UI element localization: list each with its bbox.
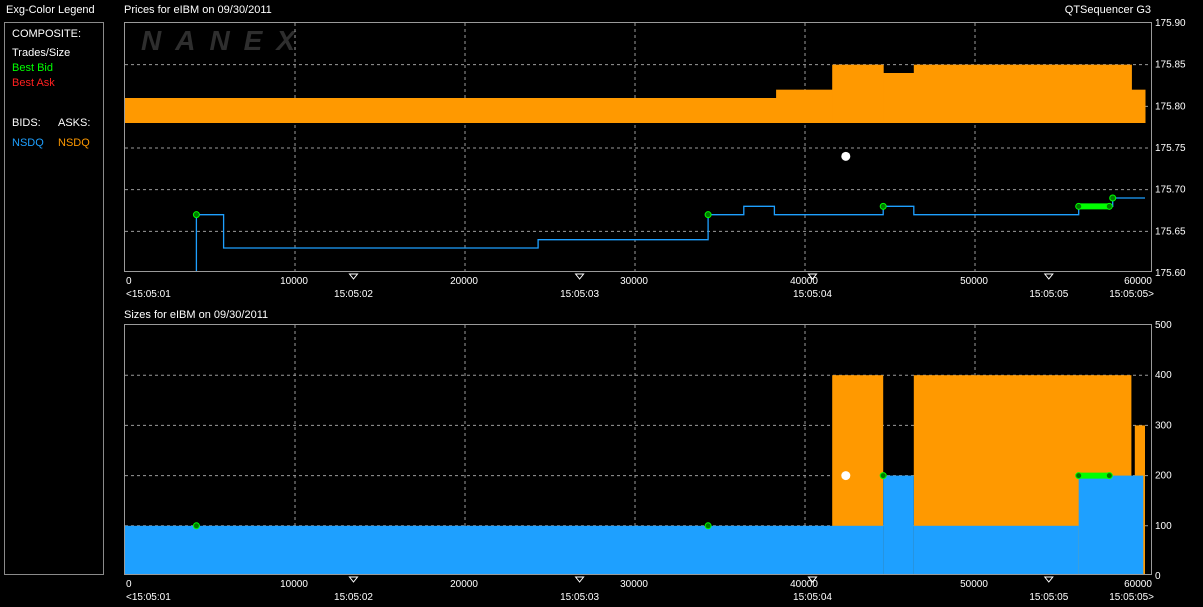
time-label: 15:05:04 (793, 592, 832, 603)
best-bid-marker (192, 522, 200, 530)
size-chart-svg (125, 325, 1151, 574)
x-tick-label: 0 (126, 276, 132, 287)
time-tick-marker (807, 273, 818, 280)
trade-point (841, 471, 851, 481)
time-label: 15:05:04 (793, 289, 832, 300)
ask-range-bar (913, 64, 1132, 123)
app-title: QTSequencer G3 (1064, 4, 1151, 16)
time-label: 15:05:05> (1109, 289, 1154, 300)
y-tick-label: 175.75 (1155, 143, 1186, 154)
x-tick-label: 60000 (1124, 276, 1152, 287)
legend-best-bid-label: Best Bid (12, 62, 53, 74)
time-tick-marker (348, 273, 359, 280)
time-label: 15:05:03 (560, 592, 599, 603)
time-label: 15:05:05 (1029, 592, 1068, 603)
y-tick-label: 175.70 (1155, 185, 1186, 196)
y-tick-label: 500 (1155, 320, 1172, 331)
ask-range-bar (1131, 89, 1146, 123)
best-bid-marker (1109, 194, 1117, 202)
x-tick-label: 40000 (790, 276, 818, 287)
bid-size-bar (883, 475, 914, 574)
x-tick-label: 10000 (280, 579, 308, 590)
time-label: 15:05:05 (1029, 289, 1068, 300)
ask-range-bar (832, 64, 884, 123)
y-tick-label: 175.80 (1155, 101, 1186, 112)
best-bid-marker (704, 522, 712, 530)
x-tick-label: 30000 (620, 579, 648, 590)
bid-size-bar (913, 525, 1079, 574)
y-tick-label: 300 (1155, 420, 1172, 431)
ask-range-bar (883, 73, 915, 123)
legend-bid-exchange: NSDQ (12, 137, 44, 149)
size-chart-plot[interactable] (124, 324, 1152, 575)
time-label: <15:05:01 (126, 289, 171, 300)
best-bid-marker (704, 211, 712, 219)
price-chart-svg (125, 23, 1151, 271)
legend-best-ask-label: Best Ask (12, 77, 55, 89)
best-bid-marker (1105, 202, 1113, 210)
best-bid-marker (879, 472, 887, 480)
legend-title: Exg-Color Legend (6, 4, 95, 16)
best-bid-marker (879, 202, 887, 210)
time-label: 15:05:05> (1109, 592, 1154, 603)
price-chart-plot[interactable]: NANEX (124, 22, 1152, 272)
ask-range-bar (776, 89, 833, 123)
time-tick-marker (348, 576, 359, 583)
time-tick-marker (1043, 273, 1054, 280)
legend-bids-label: BIDS: (12, 117, 41, 129)
y-tick-label: 175.60 (1155, 268, 1186, 279)
x-tick-label: 50000 (960, 579, 988, 590)
best-bid-marker (1105, 472, 1113, 480)
price-chart-title: Prices for eIBM on 09/30/2011 (124, 4, 272, 16)
x-tick-label: 60000 (1124, 579, 1152, 590)
x-tick-label: 20000 (450, 276, 478, 287)
bid-price-line (195, 197, 1145, 271)
time-label: 15:05:02 (334, 592, 373, 603)
best-bid-marker (1075, 472, 1083, 480)
legend-trades-label: Trades/Size (12, 47, 71, 59)
ask-range-bar (125, 98, 777, 123)
time-label: 15:05:03 (560, 289, 599, 300)
y-tick-label: 200 (1155, 471, 1172, 482)
y-tick-label: 175.90 (1155, 18, 1186, 29)
legend-ask-exchange: NSDQ (58, 137, 90, 149)
time-tick-marker (807, 576, 818, 583)
legend-asks-label: ASKS: (58, 117, 91, 129)
trade-point (841, 151, 851, 161)
y-tick-label: 175.65 (1155, 226, 1186, 237)
legend-composite-label: COMPOSITE: (12, 28, 82, 40)
best-bid-marker (1075, 202, 1083, 210)
time-label: <15:05:01 (126, 592, 171, 603)
best-bid-marker (192, 211, 200, 219)
y-tick-label: 175.85 (1155, 60, 1186, 71)
time-tick-marker (574, 273, 585, 280)
time-label: 15:05:02 (334, 289, 373, 300)
x-tick-label: 40000 (790, 579, 818, 590)
legend-panel: COMPOSITE: Trades/Size Best Bid Best Ask… (4, 22, 104, 575)
x-tick-label: 50000 (960, 276, 988, 287)
x-tick-label: 10000 (280, 276, 308, 287)
x-tick-label: 30000 (620, 276, 648, 287)
y-tick-label: 100 (1155, 521, 1172, 532)
time-tick-marker (1043, 576, 1054, 583)
x-tick-label: 20000 (450, 579, 478, 590)
size-chart-title: Sizes for eIBM on 09/30/2011 (124, 309, 269, 321)
time-tick-marker (574, 576, 585, 583)
x-tick-label: 0 (126, 579, 132, 590)
y-tick-label: 0 (1155, 571, 1161, 582)
y-tick-label: 400 (1155, 370, 1172, 381)
bid-size-bar (125, 525, 884, 574)
bid-size-bar (1078, 475, 1144, 574)
